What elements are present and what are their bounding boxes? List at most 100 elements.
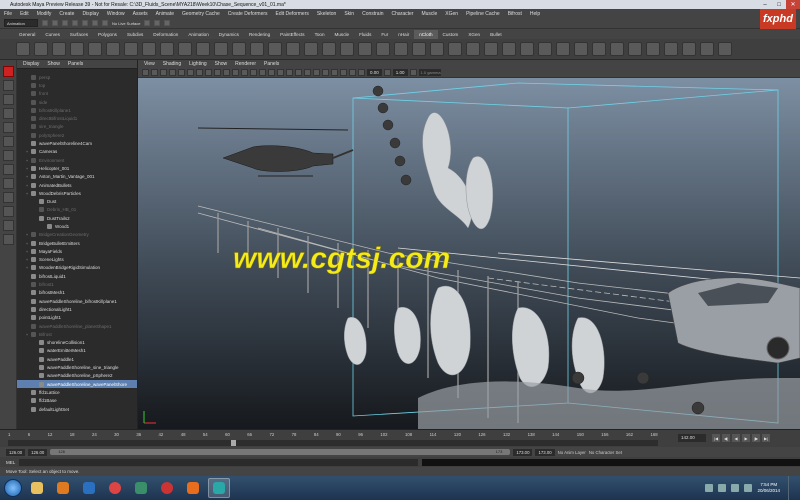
- shelf-tab[interactable]: Rendering: [244, 30, 275, 39]
- shelf-tool-icon[interactable]: [430, 42, 444, 56]
- shelf-tool-icon[interactable]: [232, 42, 246, 56]
- paint-select-icon[interactable]: [2, 94, 14, 105]
- shelf-tab[interactable]: Curves: [40, 30, 65, 39]
- shelf-tool-icon[interactable]: [448, 42, 462, 56]
- maximize-button[interactable]: □: [772, 0, 786, 9]
- safe-title-icon[interactable]: [232, 69, 239, 76]
- gate-mask-icon[interactable]: [205, 69, 212, 76]
- shelf-tool-icon[interactable]: [304, 42, 318, 56]
- outliner-item[interactable]: + Helicopter_001: [17, 164, 137, 172]
- taskbar-app-network[interactable]: [130, 478, 152, 498]
- color-management-icon[interactable]: [409, 69, 417, 76]
- shelf-tool-icon[interactable]: [178, 42, 192, 56]
- shelf-tool-icon[interactable]: [70, 42, 84, 56]
- smooth-shade-icon[interactable]: [250, 69, 257, 76]
- outliner-item[interactable]: + Bifrost: [17, 330, 137, 338]
- shelf-tool-icon[interactable]: [628, 42, 642, 56]
- expand-toggle-icon[interactable]: +: [23, 249, 31, 254]
- menu-item[interactable]: Create: [59, 11, 74, 17]
- outliner-item[interactable]: bifrostLiquid1: [17, 272, 137, 280]
- expand-toggle-icon[interactable]: +: [23, 265, 31, 270]
- expand-toggle-icon[interactable]: +: [23, 183, 31, 188]
- expand-toggle-icon[interactable]: +: [23, 332, 31, 337]
- go-to-start-button[interactable]: |◀: [712, 434, 720, 442]
- field-chart-icon[interactable]: [214, 69, 221, 76]
- outliner-menu-item[interactable]: Display: [23, 61, 39, 67]
- shelf-tool-icon[interactable]: [160, 42, 174, 56]
- xray-icon[interactable]: [331, 69, 338, 76]
- shelf-tab[interactable]: Subdivs: [122, 30, 148, 39]
- layout-single-icon[interactable]: [2, 178, 14, 189]
- shelf-tool-icon[interactable]: [214, 42, 228, 56]
- shelf-tool-icon[interactable]: [358, 42, 372, 56]
- outliner-item[interactable]: + MayaFields: [17, 247, 137, 255]
- expand-toggle-icon[interactable]: +: [23, 191, 31, 196]
- menu-item[interactable]: Create Deformers: [228, 11, 268, 17]
- end-time-field[interactable]: 173.00: [535, 448, 555, 456]
- layout-outliner-icon[interactable]: [2, 206, 14, 217]
- viewport-menu-item[interactable]: Show: [215, 61, 228, 67]
- shelf-tool-icon[interactable]: [610, 42, 624, 56]
- shelf-tool-icon[interactable]: [592, 42, 606, 56]
- command-input[interactable]: [19, 458, 418, 466]
- menu-item[interactable]: Help: [530, 11, 540, 17]
- exposure-field[interactable]: 0.00: [367, 69, 382, 76]
- shelf-tab[interactable]: Polygons: [93, 30, 122, 39]
- move-tool-icon[interactable]: [2, 108, 14, 119]
- expand-toggle-icon[interactable]: +: [23, 158, 31, 163]
- menu-item[interactable]: XGen: [445, 11, 458, 17]
- menu-item[interactable]: Constrain: [362, 11, 383, 17]
- menu-item[interactable]: Modify: [37, 11, 52, 17]
- camera-attributes-icon[interactable]: [151, 69, 158, 76]
- outliner-item[interactable]: bifrost1: [17, 280, 137, 288]
- shelf-tool-icon[interactable]: [466, 42, 480, 56]
- backface-culling-icon[interactable]: [349, 69, 356, 76]
- outliner-item[interactable]: + WoodenBridgeRigidSimulation: [17, 264, 137, 272]
- shelf-tab[interactable]: Muscle: [330, 30, 355, 39]
- layout-graph-icon[interactable]: [2, 220, 14, 231]
- outliner-item[interactable]: wavePaddleShoreline_bifrostKillplane1: [17, 297, 137, 305]
- shelf-tab[interactable]: nCloth: [414, 30, 438, 39]
- taskbar-app-chrome[interactable]: [104, 478, 126, 498]
- command-language-label[interactable]: MEL: [6, 460, 15, 465]
- taskbar-app-vlc[interactable]: [182, 478, 204, 498]
- shelf-tool-icon[interactable]: [376, 42, 390, 56]
- expand-toggle-icon[interactable]: +: [23, 174, 31, 179]
- last-tool-icon[interactable]: [2, 164, 14, 175]
- shelf-tool-icon[interactable]: [394, 42, 408, 56]
- system-clock[interactable]: 7:54 PM 20/06/2014: [757, 482, 780, 494]
- outliner-item[interactable]: + WoodDebrisParticles: [17, 189, 137, 197]
- motion-blur-icon[interactable]: [304, 69, 311, 76]
- playback-start-field[interactable]: 126.00: [28, 448, 48, 456]
- layout-hypershade-icon[interactable]: [2, 234, 14, 245]
- outliner-item[interactable]: waterEmitterMesh1: [17, 347, 137, 355]
- outliner-item[interactable]: wavePaddleShoreline_wavePanelShore: [17, 379, 137, 389]
- outliner-item[interactable]: + Aston_Martin_Vantage_001: [17, 173, 137, 181]
- shelf-tab[interactable]: Dynamics: [214, 30, 244, 39]
- shelf-tab[interactable]: Bullet: [485, 30, 507, 39]
- outliner-item[interactable]: directionalLight1: [17, 305, 137, 313]
- open-scene-icon[interactable]: [42, 20, 48, 26]
- outliner-item[interactable]: directBifrostLiquid1: [17, 114, 137, 122]
- shelf-tab[interactable]: nHair: [393, 30, 414, 39]
- select-by-hierarchy-icon[interactable]: [62, 20, 68, 26]
- wireframe-icon[interactable]: [241, 69, 248, 76]
- outliner-item[interactable]: Dust: [17, 197, 137, 205]
- outliner-item[interactable]: wavePanelShoreline4Cam: [17, 139, 137, 147]
- shelf-tool-icon[interactable]: [538, 42, 552, 56]
- outliner-item[interactable]: + BridgeBulletEmitters: [17, 239, 137, 247]
- outliner-item[interactable]: + Environment: [17, 156, 137, 164]
- play-forward-button[interactable]: ▶: [742, 434, 750, 442]
- outliner-item[interactable]: bifrostMesh1: [17, 289, 137, 297]
- shelf-tool-icon[interactable]: [268, 42, 282, 56]
- grid-icon[interactable]: [178, 69, 185, 76]
- shelf-tool-icon[interactable]: [664, 42, 678, 56]
- show-desktop-button[interactable]: [788, 476, 800, 500]
- anti-aliasing-icon[interactable]: [313, 69, 320, 76]
- viewport-menu-item[interactable]: Panels: [264, 61, 279, 67]
- outliner-item[interactable]: + BridgeCreationGeometry: [17, 231, 137, 239]
- menu-item[interactable]: Window: [107, 11, 125, 17]
- render-settings-icon[interactable]: [164, 20, 171, 26]
- menu-set-select[interactable]: Animation: [4, 19, 38, 27]
- shelf-tool-icon[interactable]: [412, 42, 426, 56]
